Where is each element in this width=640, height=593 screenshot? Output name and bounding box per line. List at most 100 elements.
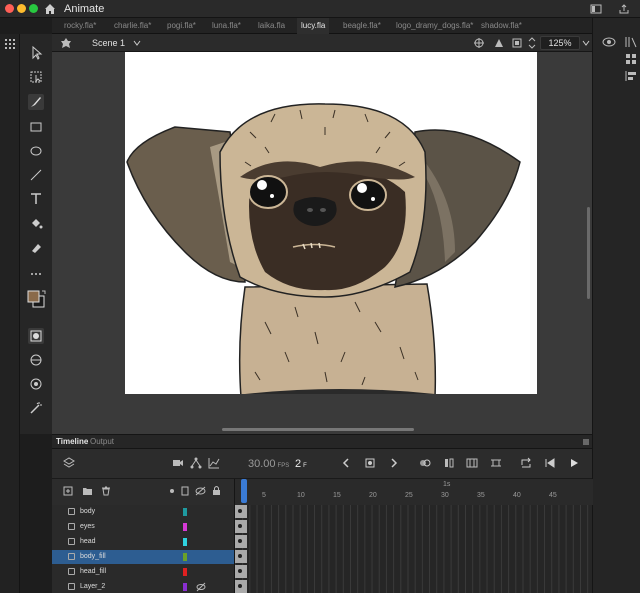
stroke-fill-swatch-icon[interactable] [26,288,48,310]
target-tool-icon[interactable] [28,376,44,392]
share-icon[interactable] [617,2,631,16]
ruler-tick: 20 [369,492,377,499]
scene-clapper-icon[interactable] [60,37,72,49]
layer-color-swatch[interactable] [183,508,187,516]
stage-area[interactable] [52,52,592,434]
graph-icon[interactable] [207,456,221,470]
create-tween-icon[interactable] [489,456,503,470]
center-stage-icon[interactable] [473,37,485,49]
loop-playback-icon[interactable] [519,456,533,470]
edit-multiple-frames-icon[interactable] [465,456,479,470]
stage-horizontal-scrollbar[interactable] [222,428,414,431]
brush-tool-icon[interactable] [28,94,44,110]
frame-grid[interactable] [235,505,593,593]
insert-keyframe-icon[interactable] [363,456,377,470]
layer-row-body[interactable]: body [52,505,234,519]
layer-row-head-fill[interactable]: head_fill [52,565,234,579]
tab-lucy[interactable]: lucy.fla [297,18,330,34]
tab-laika[interactable]: laika.fla [254,18,289,34]
onion-skin-outlines-icon[interactable] [442,456,456,470]
layer-stack-icon[interactable] [62,456,76,470]
frames-area[interactable]: 1s 5 10 15 20 25 30 35 40 45 [234,479,593,593]
outline-toggle-icon[interactable] [181,486,189,496]
layer-color-swatch[interactable] [183,538,187,546]
layer-parenting-icon[interactable] [189,456,203,470]
timeline-tabs: Timeline Output [52,435,592,449]
current-frame-readout[interactable]: 2F [295,458,307,470]
step-backward-icon[interactable] [543,456,557,470]
snap-icon[interactable] [28,352,44,368]
edit-symbols-icon[interactable] [493,37,505,49]
tab-charlie[interactable]: charlie.fla* [110,18,155,34]
layer-row-body-fill[interactable]: body_fill [52,550,234,564]
workspace-icon[interactable] [589,2,603,16]
fps-readout[interactable]: 30.00 FPS [248,458,289,470]
ruler-seconds-marker: 1s [443,481,451,488]
timeline-ruler[interactable]: 1s 5 10 15 20 25 30 35 40 45 [235,479,593,505]
layer-row-layer-2[interactable]: Layer_2 [52,580,234,593]
eraser-tool-icon[interactable] [28,240,44,256]
show-hide-eye-icon[interactable] [195,486,206,496]
tab-pogi[interactable]: pogi.fla* [163,18,200,34]
playhead[interactable] [241,479,247,503]
line-tool-icon[interactable] [28,167,44,183]
tab-timeline[interactable]: Timeline [56,437,88,446]
keyframe[interactable] [235,565,247,578]
zoom-dropdown-chevron-down-icon[interactable] [582,39,590,47]
tab-rocky[interactable]: rocky.fla* [60,18,100,34]
delete-layer-icon[interactable] [101,486,111,496]
clip-content-icon[interactable] [511,37,523,49]
zoom-window-button[interactable] [29,4,38,13]
minimize-window-button[interactable] [17,4,26,13]
zoom-stepper-icon[interactable] [528,36,536,50]
next-keyframe-icon[interactable] [387,456,401,470]
highlight-layer-icon[interactable] [169,488,175,494]
layer-row-head[interactable]: head [52,535,234,549]
oval-tool-icon[interactable] [28,143,44,159]
more-tools-icon[interactable] [28,266,44,282]
layer-row-eyes[interactable]: eyes [52,520,234,534]
keyframe[interactable] [235,580,247,593]
layer-color-swatch[interactable] [183,523,187,531]
stage-canvas[interactable] [125,52,537,394]
keyframe[interactable] [235,550,247,563]
tab-luna[interactable]: luna.fla* [208,18,245,34]
layer-color-swatch[interactable] [183,553,187,561]
keyframe[interactable] [235,520,247,533]
prev-keyframe-icon[interactable] [339,456,353,470]
onion-skin-icon[interactable] [418,456,432,470]
new-folder-icon[interactable] [82,486,93,496]
assets-icon[interactable] [623,52,639,66]
free-transform-tool-icon[interactable] [28,69,44,85]
layer-color-swatch[interactable] [183,568,187,576]
tab-output[interactable]: Output [90,437,114,446]
camera-icon[interactable] [171,456,185,470]
tab-beagle[interactable]: beagle.fla* [339,18,385,34]
library-icon[interactable] [623,35,639,49]
close-window-button[interactable] [5,4,14,13]
object-drawing-icon[interactable] [28,328,44,344]
selection-tool-icon[interactable] [28,45,44,61]
lock-icon[interactable] [212,485,221,496]
paint-bucket-tool-icon[interactable] [28,216,44,232]
magic-wand-icon[interactable] [28,400,44,416]
hidden-eye-icon[interactable] [196,582,206,592]
play-icon[interactable] [567,456,581,470]
panel-menu-icon[interactable] [582,438,590,446]
scene-dropdown-chevron-down-icon[interactable] [133,39,141,47]
rectangle-tool-icon[interactable] [28,119,44,135]
new-layer-icon[interactable] [63,486,73,496]
zoom-field[interactable]: 125% [540,36,580,50]
layer-color-swatch[interactable] [183,583,187,591]
text-tool-icon[interactable] [28,191,44,207]
tab-shadow[interactable]: shadow.fla* [477,18,526,34]
align-icon[interactable] [623,69,639,83]
grid-menu-icon[interactable] [3,37,17,51]
tab-logo-dramy-dogs[interactable]: logo_dramy_dogs.fla* [392,18,477,34]
stage-vertical-scrollbar[interactable] [587,207,590,299]
keyframe[interactable] [235,535,247,548]
properties-icon[interactable] [601,35,617,49]
ruler-tick: 35 [477,492,485,499]
home-icon[interactable] [43,2,57,16]
keyframe[interactable] [235,505,247,518]
